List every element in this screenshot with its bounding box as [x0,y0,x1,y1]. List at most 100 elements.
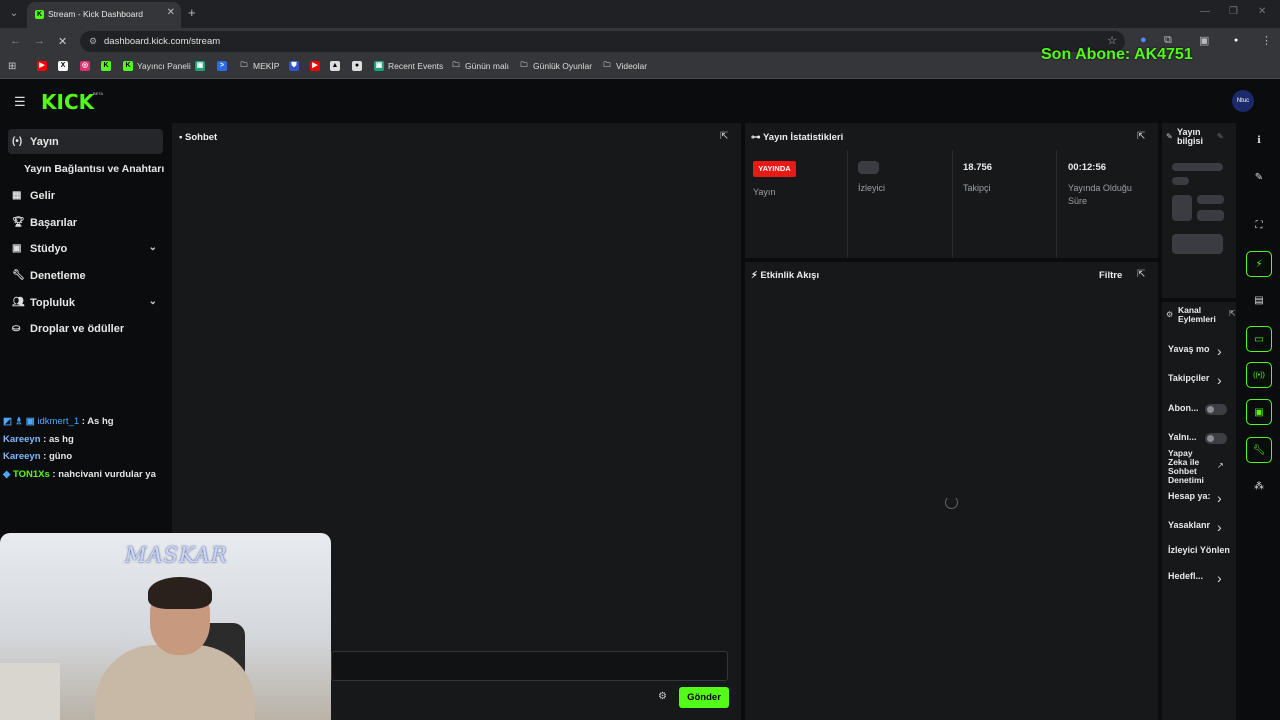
apps-grid-icon[interactable]: ⊞ [8,61,16,72]
channel-action-item[interactable]: Hedefl... [1168,571,1203,581]
bookmark-item[interactable]: ▣ [195,61,205,71]
bookmark-item[interactable]: 🗀︎ Videolar [602,61,648,71]
bookmark-item[interactable]: ⛊ [289,61,299,71]
channel-action-item[interactable]: Abon... [1168,403,1199,413]
sidebar-item-studio[interactable]: ▣ Stüdyo ⌄ [8,236,163,261]
sidebar-item-revenue[interactable]: ▦ Gelir [8,183,163,208]
bookmark-item[interactable]: K [101,61,111,71]
webcam-label: MASKAR [125,543,228,567]
restore-icon[interactable]: ❐ [1229,6,1238,17]
dots-icon[interactable]: ⁂ [1246,474,1272,500]
new-tab-icon[interactable]: + [188,5,196,20]
lightning-icon[interactable]: ⚡︎ [1246,251,1272,277]
chat-input[interactable] [331,651,728,681]
kick-logo[interactable]: KICK [41,90,94,114]
github-icon: ● [352,61,362,71]
tab-search-dropdown-icon[interactable]: ⌄ [6,6,22,22]
sidebar-item-stream-key[interactable]: Yayın Bağlantısı ve Anahtarı [24,156,172,181]
terminal-icon: > [217,61,227,71]
info-icon[interactable]: ℹ [1246,128,1272,154]
focus-icon[interactable]: ⛶ [1246,213,1272,239]
channel-action-item[interactable]: Takipçiler [1168,373,1209,383]
chat-icon[interactable]: ▭ [1246,326,1272,352]
last-subscriber-overlay: Son Abone: AK4751 [1041,46,1193,63]
wrench-icon[interactable]: 🔧︎ [1246,437,1272,463]
bookmark-item[interactable]: K Yayıncı Paneli [123,61,191,71]
chevron-right-icon[interactable]: › [1217,519,1222,535]
kick-icon: K [101,61,111,71]
folder-icon: 🗀︎ [520,62,528,69]
profile-icon[interactable]: ● [1234,37,1238,44]
sidebar-item-moderation[interactable]: 🔧︎ Denetleme [8,263,163,288]
sidebar-item-community[interactable]: 👥︎ Topluluk ⌄ [8,290,163,315]
bookmark-item[interactable]: ▶ [37,61,47,71]
chat-message: : As hg [79,416,114,427]
loading-spinner [945,496,958,509]
bookmark-item[interactable]: X [58,61,68,71]
layout-icon[interactable]: ▣ [1246,399,1272,425]
browser-tab[interactable]: K Stream - Kick Dashboard ✕ [27,2,181,28]
toggle-switch[interactable] [1205,404,1227,415]
overlay-chat-line: ◩ ♗ ▣ idkmert_1 : As hg [3,416,114,427]
chat-title-text: Sohbet [185,132,218,143]
forward-icon[interactable]: → [34,35,45,47]
close-tab-icon[interactable]: ✕ [167,7,175,18]
minimize-icon[interactable]: — [1200,6,1210,17]
popout-icon[interactable]: ⇱ [1137,131,1145,142]
menu-icon[interactable]: ☰ [14,94,26,110]
extension-icon[interactable]: ● [1140,34,1147,46]
sidebar-item-drops[interactable]: ⛀ Droplar ve ödüller [8,316,163,341]
pencil-icon[interactable]: ✎ [1246,165,1272,191]
avatar[interactable]: Ntuc [1232,90,1254,112]
site-info-icon[interactable]: ⚙ [89,36,97,47]
side-panel-icon[interactable]: ▣ [1199,34,1209,47]
popout-icon[interactable]: ⇱ [1229,309,1236,318]
external-link-icon[interactable]: ↗ [1217,461,1224,470]
bookmark-item[interactable]: ▲ [330,61,340,71]
toggle-switch[interactable] [1205,433,1227,444]
bookmark-item[interactable]: ◎ [80,61,90,71]
bookmark-item[interactable]: 🗀︎ Günün malı [451,61,509,71]
bookmark-item[interactable]: ▶ [310,61,320,71]
channel-action-item[interactable]: Yapay Zeka ile Sohbet Denetimi [1168,449,1210,485]
chevron-right-icon[interactable]: › [1217,343,1222,359]
document-icon[interactable]: ▤ [1246,288,1272,314]
channel-action-item[interactable]: Hesap ya: [1168,491,1211,501]
chat-settings-icon[interactable]: ⚙ [658,691,667,702]
studio-icon: ▣ [12,243,22,254]
channel-action-item[interactable]: Yalnı... [1168,432,1197,442]
youtube-icon: ▶ [37,61,47,71]
browser-menu-icon[interactable]: ⋮ [1261,34,1272,47]
stop-icon[interactable]: ✕ [58,35,67,48]
channel-action-item[interactable]: Yasaklanr [1168,520,1210,530]
bookmark-item[interactable]: ▣ Recent Events [374,61,443,71]
address-bar[interactable]: ⚙ dashboard.kick.com/stream ☆ [80,31,1125,52]
sidebar-item-achievements[interactable]: 🏆︎ Başarılar [8,210,163,235]
send-button[interactable]: Gönder [679,687,729,708]
chevron-right-icon[interactable]: › [1217,490,1222,506]
channel-action-item[interactable]: Yavaş mo [1168,344,1210,354]
sidebar-item-stream[interactable]: (•) Yayın [8,129,163,154]
wrench-icon: 🔧︎ [12,270,25,281]
bookmark-item[interactable]: 🗀︎ MEKİP [239,61,280,71]
chevron-down-icon: ⌄ [148,242,157,253]
close-window-icon[interactable]: ✕ [1258,6,1266,17]
back-icon[interactable]: ← [10,35,21,47]
popout-icon[interactable]: ⇱ [1137,269,1145,280]
bookmark-item[interactable]: > [217,61,227,71]
broadcast-icon[interactable]: ((•)) [1246,362,1272,388]
bookmark-item[interactable]: 🗀︎ Günlük Oyunlar [519,61,593,71]
sidebar-item-label: Yayın [30,135,59,148]
bookmark-item[interactable]: ● [352,61,362,71]
filter-button[interactable]: Filtre [1099,270,1122,281]
folder-icon: 🗀︎ [240,62,248,69]
stats-title: ⊶ Yayın İstatistikleri [751,132,843,143]
chevron-right-icon[interactable]: › [1217,372,1222,388]
tab-title: Stream - Kick Dashboard [48,9,143,19]
channel-actions-panel: ⚙ Kanal Eylemleri ⇱ [1162,302,1236,720]
edit-icon[interactable]: ✎ [1217,132,1224,141]
popout-icon[interactable]: ⇱ [720,131,728,142]
channel-action-item[interactable]: İzleyici Yönlen [1168,545,1230,555]
revenue-icon: ▦ [12,190,22,201]
chevron-right-icon[interactable]: › [1217,570,1222,586]
